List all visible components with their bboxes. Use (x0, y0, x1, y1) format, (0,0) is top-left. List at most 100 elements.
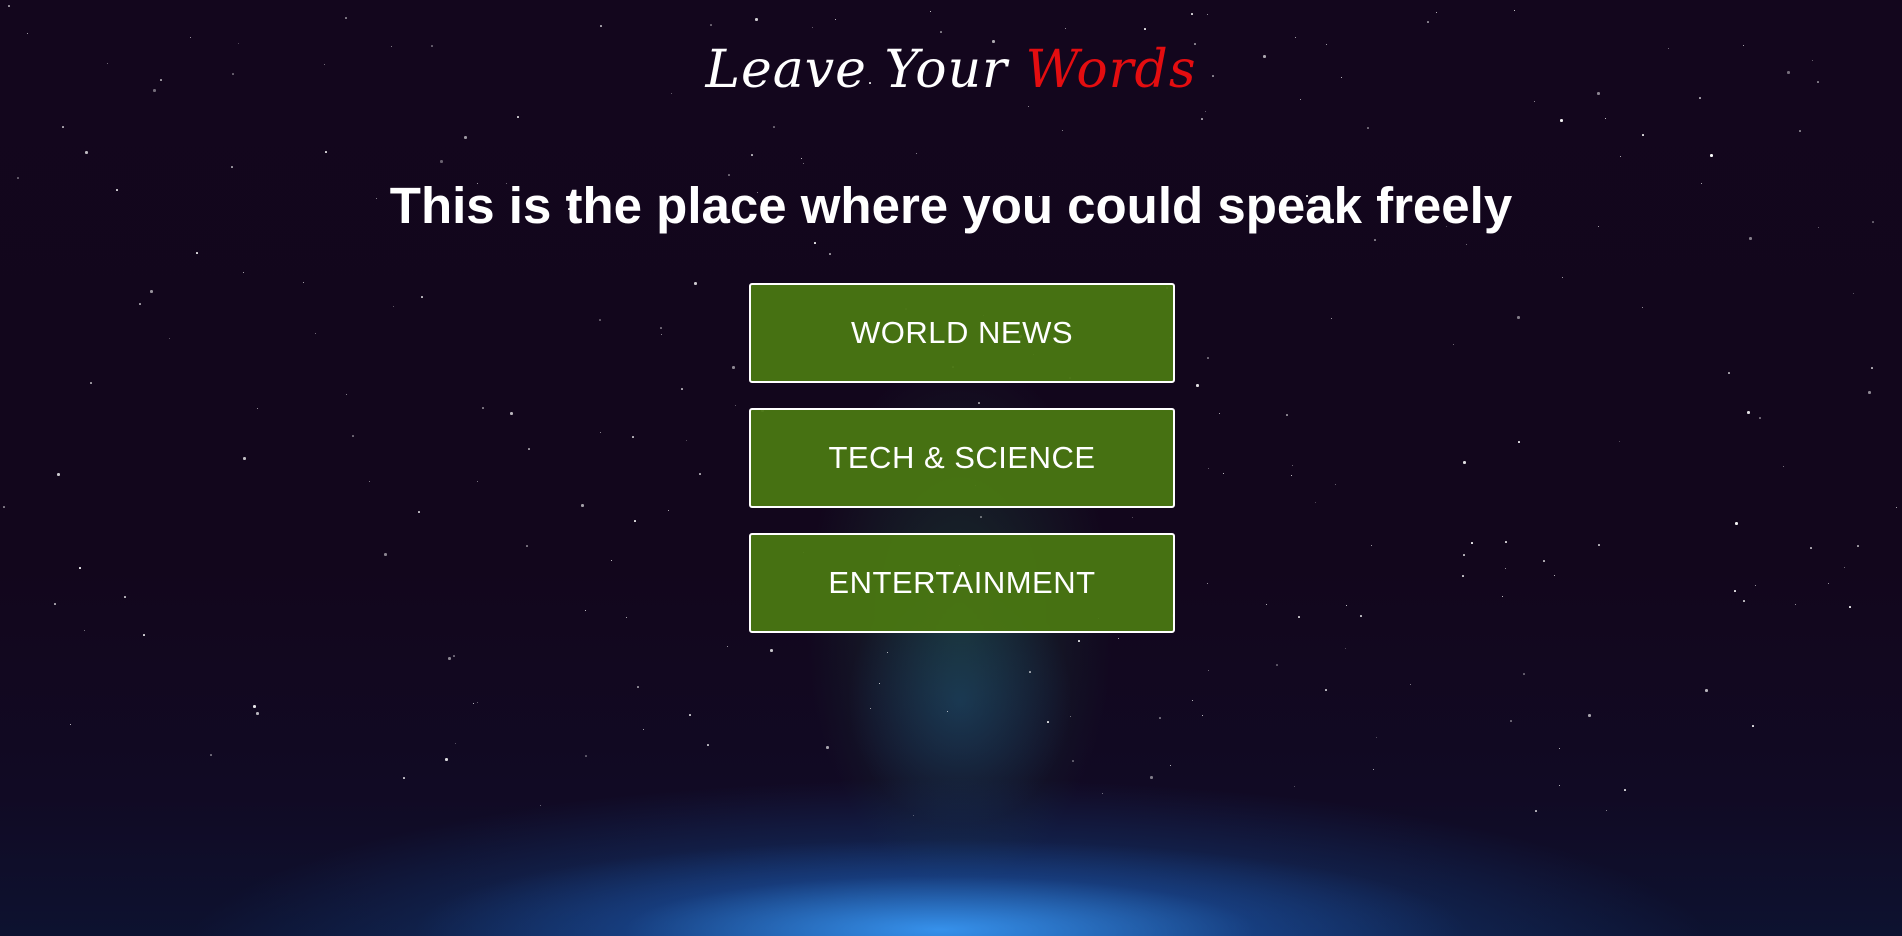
star (1554, 575, 1555, 576)
star (826, 746, 829, 749)
star (1207, 14, 1208, 15)
star (448, 657, 451, 660)
star (1371, 545, 1372, 546)
site-logo: Leave Your Words (0, 38, 1902, 102)
star (196, 252, 198, 254)
star (1562, 277, 1563, 278)
star (637, 686, 639, 688)
star (1620, 156, 1621, 157)
star (477, 481, 478, 482)
star (1710, 154, 1713, 157)
star (1286, 414, 1288, 416)
star (57, 473, 60, 476)
world-news-button[interactable]: WORLD NEWS (749, 283, 1175, 383)
star (1205, 111, 1206, 112)
star (1463, 554, 1465, 556)
star (1705, 689, 1708, 692)
star (139, 303, 141, 305)
star (1047, 721, 1049, 723)
star (85, 151, 88, 154)
star (1065, 28, 1066, 29)
star (1606, 810, 1607, 811)
star (482, 407, 484, 409)
star (1201, 118, 1203, 120)
star (1517, 316, 1520, 319)
star (455, 743, 456, 744)
star (1734, 590, 1736, 592)
star (699, 473, 701, 475)
star (124, 596, 126, 598)
star (1292, 465, 1293, 466)
star (751, 154, 753, 156)
star (440, 160, 443, 163)
star (352, 435, 354, 437)
star (1291, 475, 1292, 476)
star (453, 655, 455, 657)
star (79, 567, 81, 569)
star (916, 153, 917, 154)
logo-text: Leave Your (705, 40, 1026, 100)
star (611, 560, 612, 561)
star (210, 754, 212, 756)
star (812, 27, 813, 28)
star (1783, 466, 1784, 467)
star (1871, 367, 1873, 369)
star (143, 634, 145, 636)
star (345, 17, 347, 19)
tech-science-button[interactable]: TECH & SCIENCE (749, 408, 1175, 508)
star (1543, 560, 1545, 562)
star (1346, 605, 1347, 606)
star (1345, 648, 1346, 649)
star (1510, 720, 1512, 722)
star (585, 755, 587, 757)
star (1102, 793, 1103, 794)
star (346, 394, 347, 395)
star (1170, 765, 1171, 766)
star (257, 408, 258, 409)
star (1728, 372, 1730, 374)
star (1427, 21, 1429, 23)
star (930, 11, 931, 12)
star (1755, 585, 1756, 586)
star (1191, 13, 1193, 15)
star (707, 744, 709, 746)
star (526, 545, 528, 547)
star (814, 242, 816, 244)
star (1062, 130, 1063, 131)
star (1298, 616, 1300, 618)
star (27, 33, 28, 34)
star (581, 504, 584, 507)
star (369, 481, 370, 482)
star (626, 617, 627, 618)
star (870, 708, 871, 709)
star (1207, 583, 1208, 584)
star (303, 282, 304, 283)
star (1463, 461, 1466, 464)
star (1207, 357, 1209, 359)
star (1294, 786, 1295, 787)
star (1159, 717, 1161, 719)
star (1192, 700, 1193, 701)
star (384, 553, 387, 556)
star (947, 711, 948, 712)
entertainment-button[interactable]: ENTERTAINMENT (749, 533, 1175, 633)
star (643, 729, 644, 730)
star (1828, 583, 1829, 584)
star (1029, 671, 1031, 673)
star (393, 306, 394, 307)
star (1028, 106, 1029, 107)
star (913, 815, 914, 816)
star (1335, 484, 1336, 485)
star (1624, 789, 1626, 791)
star (1896, 507, 1897, 508)
star (668, 510, 669, 511)
star (803, 163, 804, 164)
star (585, 610, 586, 611)
star (829, 253, 831, 255)
star (634, 520, 636, 522)
star (632, 436, 634, 438)
star (90, 382, 92, 384)
star (599, 319, 601, 321)
star (1315, 502, 1316, 503)
star (661, 334, 662, 335)
